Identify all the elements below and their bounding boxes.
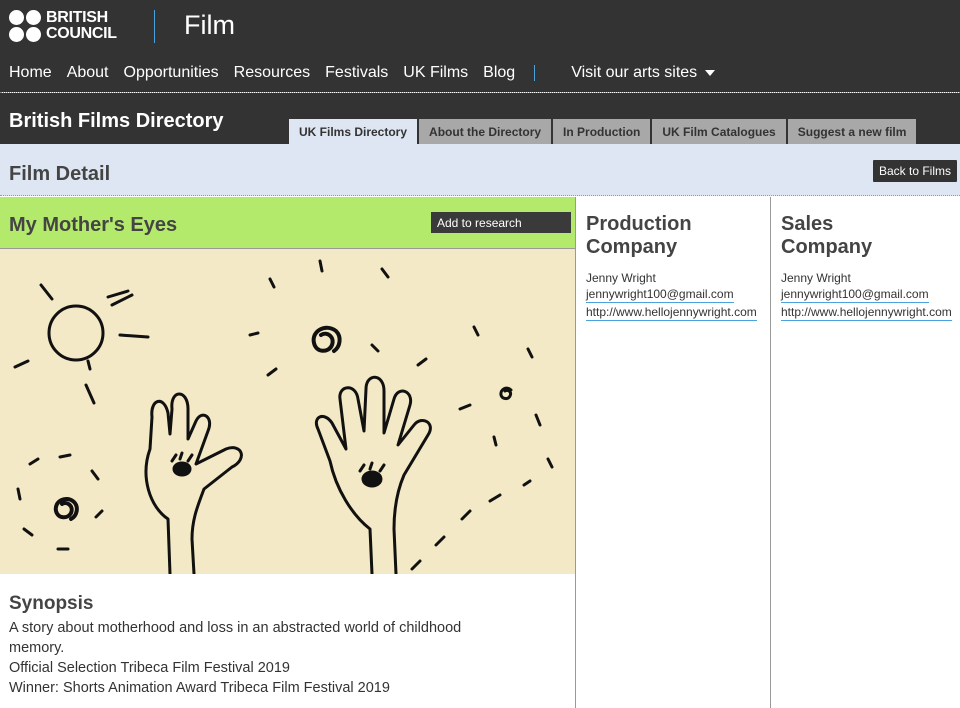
nav-opportunities[interactable]: Opportunities: [124, 64, 219, 82]
logo-dots-icon: [9, 10, 43, 44]
film-title: My Mother's Eyes: [9, 214, 178, 236]
sales-company-column: Sales Company Jenny Wright jennywright10…: [771, 197, 960, 708]
directory-tabs: UK Films Directory About the Directory I…: [289, 119, 918, 144]
nav-divider: [534, 65, 536, 81]
film-title-bar: My Mother's Eyes Add to research: [0, 197, 575, 249]
production-company-heading: Production Company: [586, 213, 692, 258]
nav-home[interactable]: Home: [9, 64, 52, 82]
add-to-research-button[interactable]: Add to research: [431, 212, 571, 233]
page-title: Film Detail: [9, 163, 111, 185]
production-company-column: Production Company Jenny Wright jennywri…: [576, 197, 771, 708]
british-council-logo[interactable]: BRITISH COUNCIL: [9, 10, 127, 44]
sales-company-info: Jenny Wright jennywright100@gmail.com ht…: [781, 270, 952, 323]
arts-sites-label: Visit our arts sites: [571, 64, 698, 81]
nav-resources[interactable]: Resources: [234, 64, 310, 82]
synopsis-text-line: A story about motherhood and loss in an …: [9, 620, 462, 636]
header-divider: [154, 10, 155, 43]
film-detail-bar: Film Detail Back to Films: [0, 144, 960, 196]
production-email-link[interactable]: jennywright100@gmail.com: [586, 287, 734, 303]
tab-uk-films-directory[interactable]: UK Films Directory: [289, 119, 418, 144]
nav-blog[interactable]: Blog: [483, 64, 515, 82]
arts-sites-dropdown[interactable]: Visit our arts sites: [571, 64, 716, 82]
tab-about-directory[interactable]: About the Directory: [419, 119, 552, 144]
film-main-column: My Mother's Eyes Add to research Synopsi…: [0, 197, 576, 708]
tab-uk-film-catalogues[interactable]: UK Film Catalogues: [652, 119, 786, 144]
synopsis-text-line: Official Selection Tribeca Film Festival…: [9, 660, 290, 676]
nav-uk-films[interactable]: UK Films: [403, 64, 468, 82]
synopsis-section: Synopsis A story about motherhood and lo…: [9, 593, 509, 698]
synopsis-text-line: Winner: Shorts Animation Award Tribeca F…: [9, 680, 390, 696]
back-to-films-button[interactable]: Back to Films: [873, 160, 958, 182]
production-contact-name: Jenny Wright: [586, 271, 656, 285]
production-company-info: Jenny Wright jennywright100@gmail.com ht…: [586, 270, 757, 323]
production-website-link[interactable]: http://www.hellojennywright.com: [586, 305, 757, 321]
nav-about[interactable]: About: [67, 64, 109, 82]
caret-down-icon: [705, 70, 716, 76]
sales-email-link[interactable]: jennywright100@gmail.com: [781, 287, 929, 303]
synopsis-text-line: memory.: [9, 640, 65, 656]
tab-suggest-film[interactable]: Suggest a new film: [787, 119, 917, 144]
logo-text: BRITISH COUNCIL: [46, 9, 117, 42]
film-still-image: [0, 249, 575, 574]
synopsis-heading: Synopsis: [9, 593, 94, 614]
sales-contact-name: Jenny Wright: [781, 271, 851, 285]
main-nav: Home About Opportunities Resources Festi…: [9, 62, 730, 84]
directory-title: British Films Directory: [9, 110, 224, 132]
directory-bar: British Films Directory UK Films Directo…: [0, 93, 960, 144]
sales-website-link[interactable]: http://www.hellojennywright.com: [781, 305, 952, 321]
tab-in-production[interactable]: In Production: [553, 119, 651, 144]
sales-company-heading: Sales Company: [781, 213, 873, 258]
nav-festivals[interactable]: Festivals: [325, 64, 388, 82]
site-name[interactable]: Film: [184, 10, 235, 41]
site-header: BRITISH COUNCIL Film Home About Opportun…: [0, 0, 960, 92]
